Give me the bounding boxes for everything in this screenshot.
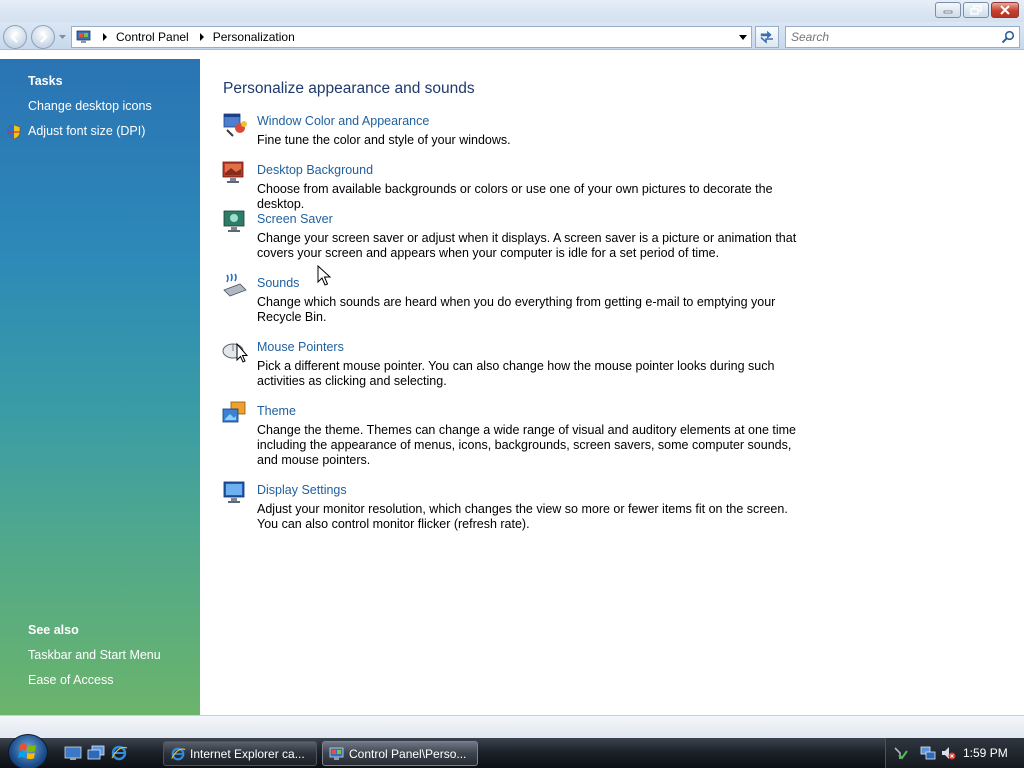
screen-saver-description: Change your screen saver or adjust when …: [257, 231, 797, 260]
start-button[interactable]: [8, 734, 48, 768]
title-bar: [0, 0, 1024, 22]
internet-explorer-icon[interactable]: [110, 744, 128, 762]
search-icon[interactable]: [1001, 30, 1015, 44]
desktop-background-description: Choose from available backgrounds or col…: [257, 182, 773, 211]
close-button[interactable]: [991, 2, 1019, 18]
recent-pages-dropdown-icon[interactable]: [58, 32, 67, 42]
search-input[interactable]: [786, 28, 1001, 46]
breadcrumb-arrow-icon[interactable]: [100, 32, 110, 42]
taskbar-button-label: Control Panel\Perso...: [349, 746, 467, 761]
minimize-button[interactable]: [935, 2, 961, 18]
taskbar: Internet Explorer ca... Control Panel\Pe…: [0, 734, 1024, 768]
theme-icon: [222, 401, 246, 423]
navigation-bar: Control Panel Personalization: [0, 22, 1024, 50]
display-settings-description: Adjust your monitor resolution, which ch…: [257, 502, 788, 531]
screen-saver-link[interactable]: Screen Saver: [257, 212, 333, 226]
mouse-cursor-icon: [317, 265, 331, 286]
main-content: Personalize appearance and sounds Window…: [200, 59, 1024, 715]
mouse-pointers-icon: [222, 342, 249, 363]
task-adjust-font-size[interactable]: Adjust font size (DPI): [28, 124, 145, 138]
taskbar-button-label: Internet Explorer ca...: [190, 746, 305, 761]
forward-arrow-icon: [40, 31, 48, 43]
taskbar-button-control-panel[interactable]: Control Panel\Perso...: [322, 741, 478, 766]
task-change-desktop-icons[interactable]: Change desktop icons: [28, 99, 152, 113]
forward-button[interactable]: [31, 25, 55, 49]
desktop-background-link[interactable]: Desktop Background: [257, 163, 373, 177]
safely-remove-hardware-icon[interactable]: [892, 745, 908, 761]
restore-icon: [970, 5, 982, 15]
breadcrumb-arrow-icon[interactable]: [197, 32, 207, 42]
see-also-taskbar-start-menu[interactable]: Taskbar and Start Menu: [28, 648, 161, 662]
search-box[interactable]: [785, 26, 1020, 48]
theme-description: Change the theme. Themes can change a wi…: [257, 423, 796, 467]
back-arrow-icon: [10, 31, 18, 43]
breadcrumb-personalization[interactable]: Personalization: [213, 30, 295, 44]
switch-windows-icon[interactable]: [87, 744, 105, 762]
breadcrumb-control-panel[interactable]: Control Panel: [116, 30, 189, 44]
show-desktop-icon[interactable]: [64, 744, 82, 762]
tasks-heading: Tasks: [28, 74, 63, 88]
back-button[interactable]: [3, 25, 27, 49]
see-also-heading: See also: [28, 623, 79, 637]
screen-saver-icon: [223, 210, 245, 232]
close-icon: [1000, 5, 1010, 15]
see-also-ease-of-access[interactable]: Ease of Access: [28, 673, 113, 687]
shield-icon: [7, 124, 21, 140]
page-title: Personalize appearance and sounds: [223, 80, 475, 97]
network-icon[interactable]: [920, 745, 936, 761]
mouse-pointers-link[interactable]: Mouse Pointers: [257, 340, 344, 354]
display-settings-link[interactable]: Display Settings: [257, 483, 347, 497]
mouse-pointers-description: Pick a different mouse pointer. You can …: [257, 359, 775, 388]
sounds-icon: [223, 273, 247, 297]
taskbar-button-internet-explorer[interactable]: Internet Explorer ca...: [163, 741, 317, 766]
window-color-description: Fine tune the color and style of your wi…: [257, 133, 511, 147]
control-panel-icon: [329, 747, 344, 760]
control-panel-icon: [76, 30, 91, 43]
sounds-link[interactable]: Sounds: [257, 276, 299, 290]
theme-link[interactable]: Theme: [257, 404, 296, 418]
address-dropdown-icon[interactable]: [738, 32, 748, 42]
task-pane: Tasks Change desktop icons Adjust font s…: [0, 59, 200, 715]
window-color-link[interactable]: Window Color and Appearance: [257, 114, 429, 128]
clock[interactable]: 1:59 PM: [963, 746, 1008, 760]
display-settings-icon: [223, 481, 245, 503]
sounds-description: Change which sounds are heard when you d…: [257, 295, 776, 324]
refresh-icon: [760, 30, 773, 44]
refresh-button[interactable]: [755, 26, 779, 48]
windows-logo-icon: [18, 744, 36, 760]
internet-explorer-icon: [171, 747, 186, 760]
minimize-icon: [943, 10, 953, 14]
window-color-icon: [223, 113, 247, 137]
volume-muted-icon[interactable]: [940, 745, 956, 761]
status-bar: [0, 715, 1024, 738]
address-bar[interactable]: Control Panel Personalization: [71, 26, 752, 48]
restore-button[interactable]: [963, 2, 989, 18]
desktop-background-icon: [222, 161, 244, 183]
